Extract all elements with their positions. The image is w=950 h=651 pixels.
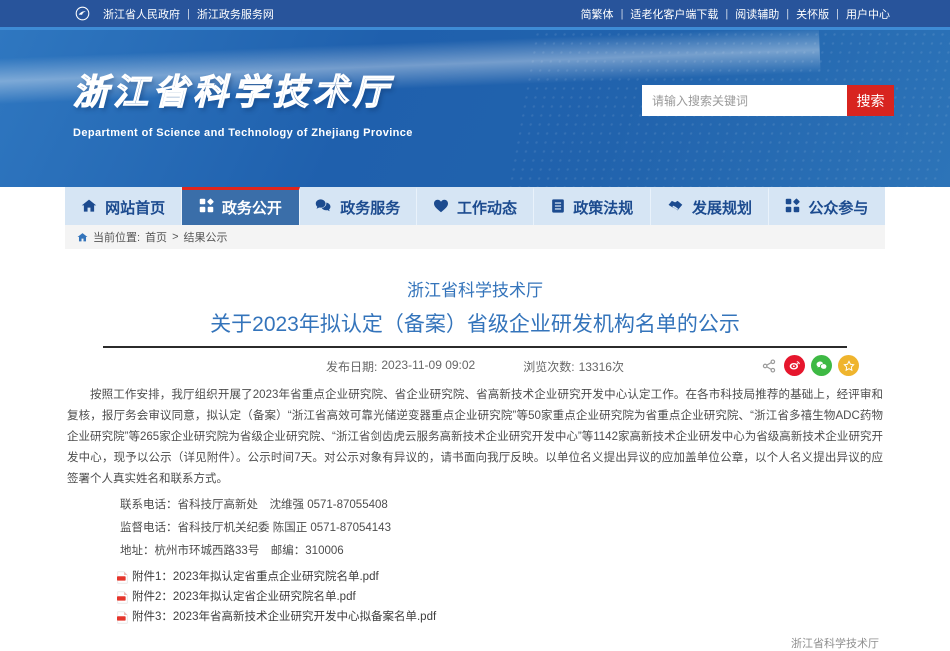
- topbar-link-service-portal[interactable]: 浙江政务服务网: [197, 6, 274, 22]
- site-title: 浙江省科学技术厅: [73, 64, 413, 115]
- nav-item-label: 政务公开: [222, 197, 282, 218]
- topbar-link-reading-aid[interactable]: 阅读辅助: [735, 6, 779, 22]
- topbar-separator: |: [621, 8, 624, 20]
- topbar-link-care-version[interactable]: 关怀版: [796, 6, 829, 22]
- breadcrumb-home-link[interactable]: 首页: [145, 229, 167, 245]
- views-label: 浏览次数:: [523, 358, 574, 375]
- topbar-right-links: 简繁体 | 适老化客户端下载 | 阅读辅助 | 关怀版 | 用户中心: [581, 6, 890, 22]
- topbar-link-accessibility-client[interactable]: 适老化客户端下载: [630, 6, 718, 22]
- home-small-icon: [77, 232, 88, 243]
- main-nav: 网站首页 政务公开 政务服务 工作动态 政策法规 发展规划 公众参与: [65, 187, 885, 225]
- wechat-share-icon[interactable]: [811, 355, 832, 376]
- article-signature: 浙江省科学技术厅: [65, 635, 885, 651]
- weibo-share-icon[interactable]: [784, 355, 805, 376]
- nav-item-development-plans[interactable]: 发展规划: [651, 187, 768, 225]
- nav-item-public-participation[interactable]: 公众参与: [769, 187, 885, 225]
- attachment-filename[interactable]: 附件2：2023年拟认定省企业研究院名单.pdf: [132, 587, 356, 607]
- nav-item-label: 政务服务: [340, 197, 400, 218]
- attachment-filename[interactable]: 附件3：2023年省高新技术企业研究开发中心拟备案名单.pdf: [132, 607, 436, 627]
- nav-item-home[interactable]: 网站首页: [65, 187, 182, 225]
- views-value: 13316次: [579, 358, 624, 375]
- pdf-file-icon: [117, 571, 128, 584]
- attachment-link-1[interactable]: 附件1：2023年拟认定省重点企业研究院名单.pdf: [65, 567, 885, 587]
- heart-icon: [433, 199, 449, 217]
- topbar-separator: |: [786, 8, 789, 20]
- topbar-separator: |: [725, 8, 728, 20]
- page-title: 关于2023年拟认定（备案）省级企业研发机构名单的公示: [65, 311, 885, 339]
- nav-item-label: 网站首页: [105, 197, 165, 218]
- attachment-filename[interactable]: 附件1：2023年拟认定省重点企业研究院名单.pdf: [132, 567, 379, 587]
- pdf-file-icon: [117, 591, 128, 604]
- share-icon[interactable]: [762, 359, 776, 373]
- qzone-share-icon[interactable]: [838, 355, 859, 376]
- topbar-link-provincial-gov[interactable]: 浙江省人民政府: [103, 6, 180, 22]
- nav-item-label: 发展规划: [692, 197, 752, 218]
- document-icon: [551, 198, 565, 218]
- chat-bubbles-icon: [315, 198, 332, 217]
- supervision-phone-line: 监督电话：省科技厅机关纪委 陈国正 0571-87054143: [65, 517, 885, 540]
- publish-date-value: 2023-11-09 09:02: [381, 358, 475, 375]
- article-body-paragraph: 按照工作安排，我厅组织开展了2023年省重点企业研究院、省企业研究院、省高新技术…: [67, 385, 883, 490]
- handshake-icon: [667, 199, 684, 216]
- grid-diamond-icon: [785, 198, 800, 217]
- topbar-separator: |: [187, 8, 190, 20]
- search-input[interactable]: [642, 85, 847, 116]
- site-search: 搜索: [642, 85, 894, 116]
- site-logo[interactable]: 浙江省科学技术厅 Department of Science and Techn…: [73, 64, 413, 139]
- share-toolbar: [762, 355, 859, 376]
- breadcrumb-current: 结果公示: [184, 229, 228, 245]
- home-icon: [81, 198, 97, 218]
- topbar-link-simplified-traditional[interactable]: 简繁体: [581, 6, 614, 22]
- attachment-list: 附件1：2023年拟认定省重点企业研究院名单.pdf 附件2：2023年拟认定省…: [65, 567, 885, 627]
- topbar-separator: |: [836, 8, 839, 20]
- article: 浙江省科学技术厅 关于2023年拟认定（备案）省级企业研发机构名单的公示 发布日…: [65, 279, 885, 651]
- nav-item-policies[interactable]: 政策法规: [534, 187, 651, 225]
- nav-item-gov-disclosure[interactable]: 政务公开: [182, 187, 299, 225]
- publish-date-label: 发布日期:: [326, 358, 377, 375]
- breadcrumb: 当前位置: 首页 > 结果公示: [65, 225, 885, 249]
- government-emblem-icon: [75, 6, 90, 21]
- top-utility-bar: 浙江省人民政府 | 浙江政务服务网 简繁体 | 适老化客户端下载 | 阅读辅助 …: [0, 0, 950, 30]
- attachment-link-3[interactable]: 附件3：2023年省高新技术企业研究开发中心拟备案名单.pdf: [65, 607, 885, 627]
- nav-item-label: 公众参与: [808, 197, 868, 218]
- pdf-file-icon: [117, 611, 128, 624]
- topbar-link-user-center[interactable]: 用户中心: [846, 6, 890, 22]
- topbar-left-links: 浙江省人民政府 | 浙江政务服务网: [75, 6, 274, 22]
- search-button[interactable]: 搜索: [847, 85, 894, 116]
- attachment-link-2[interactable]: 附件2：2023年拟认定省企业研究院名单.pdf: [65, 587, 885, 607]
- nav-item-work-news[interactable]: 工作动态: [417, 187, 534, 225]
- contact-info: 联系电话：省科技厅高新处 沈维强 0571-87055408 监督电话：省科技厅…: [65, 494, 885, 563]
- nav-item-label: 政策法规: [573, 197, 633, 218]
- site-banner: 浙江省科学技术厅 Department of Science and Techn…: [0, 30, 950, 187]
- article-meta: 发布日期: 2023-11-09 09:02 浏览次数: 13316次: [65, 348, 885, 382]
- grid-diamond-icon: [199, 198, 214, 217]
- breadcrumb-separator: >: [172, 231, 178, 243]
- nav-item-gov-services[interactable]: 政务服务: [300, 187, 417, 225]
- article-org-title: 浙江省科学技术厅: [65, 279, 885, 303]
- nav-item-label: 工作动态: [457, 197, 517, 218]
- address-line: 地址：杭州市环城西路33号 邮编：310006: [65, 540, 885, 563]
- site-subtitle-english: Department of Science and Technology of …: [73, 127, 413, 139]
- contact-phone-line: 联系电话：省科技厅高新处 沈维强 0571-87055408: [65, 494, 885, 517]
- breadcrumb-prefix: 当前位置:: [93, 229, 140, 245]
